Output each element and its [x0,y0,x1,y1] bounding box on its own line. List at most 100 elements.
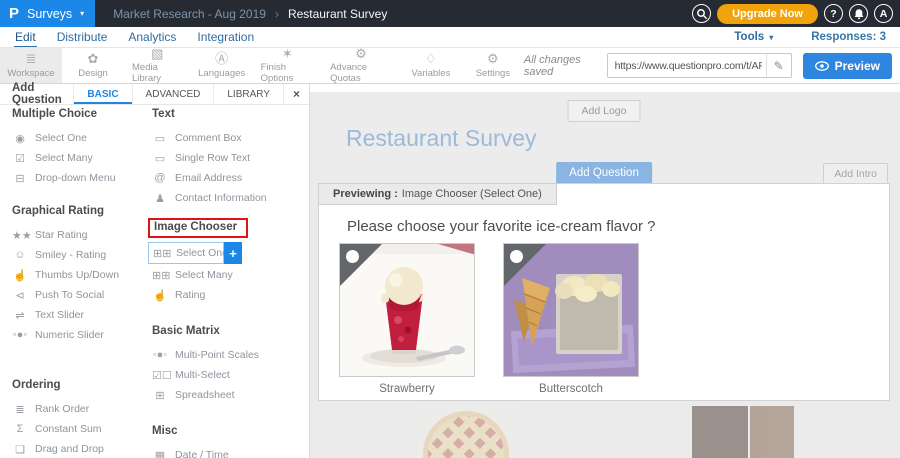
upgrade-now-button[interactable]: Upgrade Now [717,4,818,24]
qtype-basic-matrix-multi-select[interactable]: ☑☐Multi-Select [145,365,310,385]
canvas-top-strip [310,84,900,92]
qtype-text-comment-box[interactable]: ▭Comment Box [145,128,310,148]
qtype-image-chooser-select-many[interactable]: ⊞⊞Select Many [145,265,310,285]
qtype-label: Drop-down Menu [35,172,116,184]
preview-button[interactable]: Preview [803,53,892,79]
image-options: Strawberry Butterscotch [339,243,639,395]
variables-tag-icon: ♢ [425,52,437,66]
text-slider-icon: ⇌ [12,309,28,322]
qtype-multiple-choice-select-one[interactable]: ◉ Select One [0,128,145,148]
menu-tab-integration[interactable]: Integration [196,28,255,46]
responses-count[interactable]: Responses: 3 [811,31,886,43]
close-icon: × [293,87,300,101]
breadcrumb-folder[interactable]: Market Research - Aug 2019 [113,7,266,21]
radio-list-icon: ◉ [12,132,28,145]
question-types-column-2: Text▭Comment Box▭Single Row Text@Email A… [145,105,310,458]
toolbar-item-label: Languages [198,68,245,79]
option-image-strawberry[interactable] [339,243,475,377]
qtype-ordering-constant-sum[interactable]: ΣConstant Sum [0,419,145,439]
design-palette-icon: ✿ [88,52,99,66]
breadcrumb-survey[interactable]: Restaurant Survey [288,7,387,21]
panel-tab-library[interactable]: LIBRARY [213,84,283,104]
qtype-graphical-rating-text-slider[interactable]: ⇌Text Slider [0,305,145,325]
cake-slice-dark [692,406,748,458]
menu-tab-analytics[interactable]: Analytics [127,28,177,46]
section-heading-image-chooser: Image Chooser [148,218,248,238]
qtype-label: Push To Social [35,289,104,301]
add-question-panel: Add Question BASICADVANCEDLIBRARY × Mult… [0,84,310,458]
surveys-menu[interactable]: P Surveys ▾ [0,0,95,27]
qtype-basic-matrix-spreadsheet[interactable]: ⊞Spreadsheet [145,385,310,405]
qtype-ordering-drag-and-drop[interactable]: ❏Drag and Drop [0,439,145,458]
qtype-label: Spreadsheet [175,389,235,401]
toolbar-item-workspace[interactable]: ≣Workspace [0,48,62,83]
qtype-label: Rating [175,289,205,301]
qtype-text-contact-information[interactable]: ♟Contact Information [145,188,310,208]
previewing-tab: Previewing : Image Chooser (Select One) [318,183,557,205]
survey-url-input[interactable] [608,60,766,72]
qtype-graphical-rating-smiley-rating[interactable]: ☺Smiley - Rating [0,245,145,265]
qtype-label: Thumbs Up/Down [35,269,119,281]
account-button[interactable]: A [874,4,893,23]
survey-title[interactable]: Restaurant Survey [346,125,536,152]
drag-drop-icon: ❏ [12,443,28,456]
panel-tab-advanced[interactable]: ADVANCED [132,84,214,104]
qtype-label: Multi-Select [175,369,230,381]
add-question-button[interactable]: Add Question [556,162,652,184]
chevron-down-icon: ▾ [80,9,84,18]
toolbar-item-advance-quotas[interactable]: ⚙Advance Quotas [322,48,400,83]
finish-options-icon: ✶ [282,47,293,61]
panel-tab-basic[interactable]: BASIC [73,84,131,104]
edit-url-button[interactable]: ✎ [766,54,791,77]
add-question-type-button[interactable]: + [224,242,242,264]
qtype-graphical-rating-numeric-slider[interactable]: ◦●◦Numeric Slider [0,325,145,345]
tools-menu[interactable]: Tools ▾ [734,31,773,43]
help-button[interactable]: ? [824,4,843,23]
toolbar-item-design[interactable]: ✿Design [62,48,124,83]
section-basic-matrix: Basic Matrix◦●◦Multi-Point Scales☑☐Multi… [145,325,310,405]
qtype-label: Select One [35,132,87,144]
qtype-graphical-rating-thumbs-up-down[interactable]: ☝Thumbs Up/Down [0,265,145,285]
qtype-multiple-choice-select-many[interactable]: ☑Select Many [0,148,145,168]
qtype-image-chooser-rating[interactable]: ☝Rating [145,285,310,305]
qtype-misc-date-time[interactable]: ▦Date / Time [145,445,310,458]
qtype-text-email-address[interactable]: @Email Address [145,168,310,188]
toolbar-item-finish-options[interactable]: ✶Finish Options [253,48,322,83]
qtype-label: Constant Sum [35,423,102,435]
toolbar: ≣Workspace✿Design▧Media LibraryⒶLanguage… [0,48,900,84]
workspace-icon: ≣ [26,52,37,66]
qtype-multiple-choice-drop-down-menu[interactable]: ⊟Drop-down Menu [0,168,145,188]
image-option-strawberry: Strawberry [339,243,475,395]
option-corner-badge [504,244,546,286]
toolbar-item-variables[interactable]: ♢Variables [400,48,462,83]
qtype-ordering-rank-order[interactable]: ≣Rank Order [0,399,145,419]
qtype-label: Select Many [175,269,233,281]
survey-url-box: ✎ [607,53,792,78]
qtype-label: Comment Box [175,132,242,144]
qtype-label: Contact Information [175,192,267,204]
search-button[interactable] [692,4,711,23]
breadcrumb: Market Research - Aug 2019 › Restaurant … [113,7,387,21]
menu-tab-distribute[interactable]: Distribute [56,28,109,46]
notifications-button[interactable] [849,4,868,23]
toolbar-item-settings[interactable]: ⚙Settings [462,48,524,83]
qtype-text-single-row-text[interactable]: ▭Single Row Text [145,148,310,168]
option-image-butterscotch[interactable] [503,243,639,377]
pie-illustration [423,411,509,458]
toolbar-item-label: Finish Options [261,62,314,84]
option-label: Strawberry [339,383,475,395]
avatar: A [880,8,888,20]
qtype-graphical-rating-push-to-social[interactable]: ⊲Push To Social [0,285,145,305]
next-question-image-cake [692,406,796,458]
toolbar-item-languages[interactable]: ⒶLanguages [191,48,253,83]
toolbar-item-media-library[interactable]: ▧Media Library [124,48,191,83]
add-intro-button[interactable]: Add Intro [823,163,888,185]
close-panel-button[interactable]: × [283,84,309,104]
menu-tab-edit[interactable]: Edit [14,28,37,47]
menubar: Edit Distribute Analytics Integration Tools… [0,27,900,48]
qtype-basic-matrix-multi-point-scales[interactable]: ◦●◦Multi-Point Scales [145,345,310,365]
numeric-slider-icon: ◦●◦ [12,329,28,341]
add-logo-button[interactable]: Add Logo [568,100,641,122]
qtype-image-chooser-select-one[interactable]: ⊞⊞Select One [148,242,224,264]
qtype-graphical-rating-star-rating[interactable]: ★★Star Rating [0,225,145,245]
